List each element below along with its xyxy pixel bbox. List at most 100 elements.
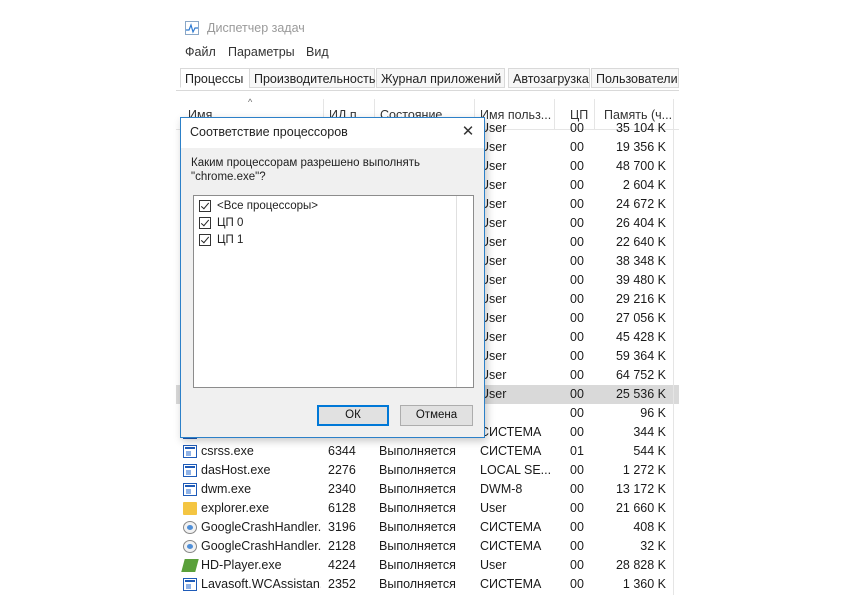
cell-memory: 38 348 K — [615, 254, 666, 268]
cell-pid: 2352 — [328, 577, 356, 591]
gear-icon — [183, 521, 197, 534]
cell-cpu: 00 — [570, 254, 584, 268]
window-icon — [183, 578, 197, 591]
table-row[interactable]: csrss.exe 6344 Выполняется СИСТЕМА 01 544 K — [176, 442, 679, 461]
window-icon — [183, 445, 197, 458]
cell-cpu: 00 — [570, 539, 584, 553]
cell-user: User — [480, 368, 507, 382]
cell-name: dasHost.exe — [201, 463, 271, 477]
tab-processes[interactable]: Процессы — [180, 68, 250, 88]
cell-memory: 21 660 K — [615, 501, 666, 515]
cell-user: User — [480, 273, 507, 287]
cell-user: СИСТЕМА — [480, 577, 542, 591]
checkbox-checked[interactable] — [199, 234, 211, 246]
cell-cpu: 00 — [570, 330, 584, 344]
table-row[interactable]: dasHost.exe 2276 Выполняется LOCAL SE... 00 1… — [176, 461, 679, 480]
cell-cpu: 00 — [570, 577, 584, 591]
cell-pid: 6344 — [328, 444, 356, 458]
cell-cpu: 00 — [570, 558, 584, 572]
cell-memory: 26 404 K — [615, 216, 666, 230]
ok-button[interactable]: ОК — [317, 405, 389, 426]
folder-icon — [183, 502, 197, 515]
cell-cpu: 00 — [570, 368, 584, 382]
cell-memory: 13 172 K — [615, 482, 666, 496]
cell-cpu: 00 — [570, 425, 584, 439]
cell-memory: 544 K — [633, 444, 666, 458]
cell-user: СИСТЕМА — [480, 520, 542, 534]
cell-memory: 408 K — [633, 520, 666, 534]
option-label: ЦП 1 — [217, 234, 244, 246]
cell-status: Выполняется — [379, 444, 456, 458]
menu-options[interactable]: Параметры — [228, 45, 295, 59]
table-row[interactable]: dwm.exe 2340 Выполняется DWM-8 00 13 172 K — [176, 480, 679, 499]
tab-performance[interactable]: Производительность — [249, 68, 375, 88]
cell-user: User — [480, 558, 507, 572]
cell-memory: 64 752 K — [615, 368, 666, 382]
cell-name: GoogleCrashHandler... — [201, 520, 321, 534]
cell-memory: 32 K — [640, 539, 666, 553]
cell-status: Выполняется — [379, 482, 456, 496]
cell-status: Выполняется — [379, 577, 456, 591]
cell-cpu: 00 — [570, 311, 584, 325]
cell-pid: 2276 — [328, 463, 356, 477]
cell-memory: 28 828 K — [615, 558, 666, 572]
cell-cpu: 00 — [570, 216, 584, 230]
cell-memory: 48 700 K — [615, 159, 666, 173]
cell-memory: 22 640 K — [615, 235, 666, 249]
cell-name: dwm.exe — [201, 482, 252, 496]
hd-player-icon — [181, 559, 199, 572]
cell-name: GoogleCrashHandler... — [201, 539, 321, 553]
cell-memory: 25 536 K — [615, 387, 666, 401]
dialog-body: Каким процессорам разрешено выполнять "c… — [181, 148, 484, 437]
cell-pid: 3196 — [328, 520, 356, 534]
tab-startup[interactable]: Автозагрузка — [508, 68, 590, 88]
cell-name: explorer.exe — [201, 501, 270, 515]
cell-memory: 35 104 K — [615, 121, 666, 135]
table-row[interactable]: GoogleCrashHandler... 3196 Выполняется СИСТ… — [176, 518, 679, 537]
cell-user: User — [480, 159, 507, 173]
dialog-prompt: Каким процессорам разрешено выполнять "c… — [191, 156, 471, 184]
title-bar: Диспетчер задач — [176, 12, 679, 44]
cell-user: User — [480, 311, 507, 325]
cell-pid: 2128 — [328, 539, 356, 553]
cell-status: Выполняется — [379, 539, 456, 553]
cell-user: User — [480, 235, 507, 249]
checkbox-checked[interactable] — [199, 200, 211, 212]
table-row[interactable]: Lavasoft.WCAssistan... 2352 Выполняется СИС… — [176, 575, 679, 594]
dialog-title: Соответствие процессоров — [190, 125, 348, 139]
cell-cpu: 00 — [570, 520, 584, 534]
menu-bar: Файл Параметры Вид — [176, 45, 679, 65]
close-icon[interactable]: ✕ — [457, 121, 479, 143]
cell-cpu: 00 — [570, 387, 584, 401]
cell-user: User — [480, 121, 507, 135]
cell-cpu: 00 — [570, 178, 584, 192]
cell-name: csrss.exe — [201, 444, 254, 458]
tab-app-history[interactable]: Журнал приложений — [376, 68, 505, 88]
cell-memory: 344 K — [633, 425, 666, 439]
cancel-button[interactable]: Отмена — [400, 405, 473, 426]
list-scroll-divider — [456, 196, 457, 387]
processor-list[interactable]: <Все процессоры> ЦП 0 ЦП 1 — [193, 195, 474, 388]
cell-user: User — [480, 140, 507, 154]
processor-affinity-dialog: Соответствие процессоров ✕ Каким процесс… — [180, 117, 485, 438]
cell-memory: 1 272 K — [622, 463, 666, 477]
menu-file[interactable]: Файл — [185, 45, 216, 59]
cell-memory: 1 360 K — [622, 577, 666, 591]
cell-status: Выполняется — [379, 520, 456, 534]
cell-user: СИСТЕМА — [480, 539, 542, 553]
table-row[interactable]: GoogleCrashHandler... 2128 Выполняется СИСТ… — [176, 537, 679, 556]
cell-cpu: 01 — [570, 444, 584, 458]
table-row[interactable]: HD-Player.exe 4224 Выполняется User 00 28 828… — [176, 556, 679, 575]
cell-cpu: 00 — [570, 235, 584, 249]
cell-user: User — [480, 501, 507, 515]
window-icon — [183, 464, 197, 477]
table-row[interactable]: explorer.exe 6128 Выполняется User 00 21 660 … — [176, 499, 679, 518]
checkbox-checked[interactable] — [199, 217, 211, 229]
tab-users[interactable]: Пользователи — [591, 68, 679, 88]
prompt-line: "chrome.exe"? — [191, 171, 266, 183]
option-label: <Все процессоры> — [217, 200, 319, 212]
cell-memory: 2 604 K — [622, 178, 666, 192]
cell-status: Выполняется — [379, 463, 456, 477]
menu-view[interactable]: Вид — [306, 45, 329, 59]
cell-memory: 27 056 K — [615, 311, 666, 325]
